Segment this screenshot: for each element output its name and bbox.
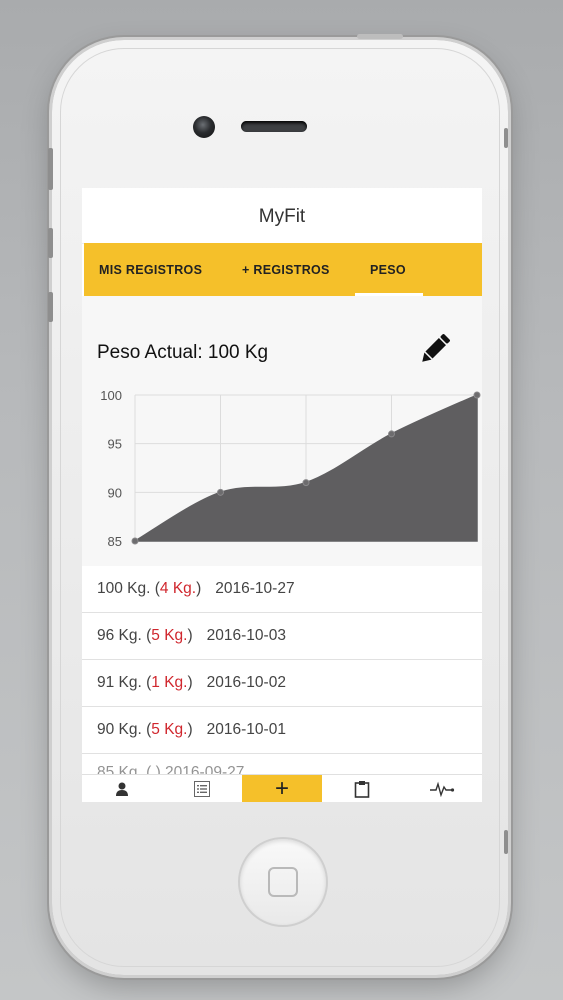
app-title: MyFit xyxy=(82,188,482,244)
tab-bar: MIS REGISTROS + REGISTROS PESO xyxy=(84,243,482,296)
app-screen: MyFit MIS REGISTROS + REGISTROS PESO Pes… xyxy=(82,188,482,802)
tab-mis-registros[interactable]: MIS REGISTROS xyxy=(99,243,202,296)
record-date: 2016-10-27 xyxy=(215,580,295,597)
data-point xyxy=(302,479,310,487)
tab-peso[interactable]: PESO xyxy=(370,243,406,296)
home-button[interactable] xyxy=(238,837,328,927)
side-button-right xyxy=(504,128,508,148)
record-weight: 90 Kg. ( xyxy=(97,721,152,738)
record-date: 2016-10-02 xyxy=(206,674,286,691)
record-close: ) xyxy=(196,580,202,597)
nav-activity[interactable] xyxy=(402,775,482,802)
data-point xyxy=(217,488,224,496)
bottom-nav: + xyxy=(82,774,482,802)
weight-chart: 85 90 95 100 xyxy=(100,388,481,549)
record-weight: 91 Kg. ( xyxy=(97,674,152,691)
volume-up-button xyxy=(48,228,53,258)
list-item[interactable]: 96 Kg. (5 Kg.) 2016-10-03 xyxy=(82,613,482,660)
data-point xyxy=(131,537,139,545)
record-delta: 5 Kg. xyxy=(151,721,188,738)
record-close: ) xyxy=(187,721,193,738)
peso-section: Peso Actual: 100 Kg 85 90 95 100 xyxy=(82,296,482,566)
record-weight: 100 Kg. ( xyxy=(97,580,160,597)
record-delta: 4 Kg. xyxy=(159,580,197,597)
nav-clipboard[interactable] xyxy=(322,775,402,802)
list-item[interactable]: 90 Kg. (5 Kg.) 2016-10-01 xyxy=(82,707,482,754)
record-date: 2016-10-03 xyxy=(206,627,286,644)
data-point xyxy=(388,430,395,438)
home-square-icon xyxy=(268,867,298,897)
record-date: 2016-10-01 xyxy=(206,721,286,738)
record-close: ) xyxy=(187,674,193,691)
weight-record-list: 100 Kg. (4 Kg.) 2016-10-27 96 Kg. (5 Kg.)… xyxy=(82,566,482,754)
speaker-grille xyxy=(241,121,307,132)
y-tick-label: 85 xyxy=(108,534,122,549)
power-button xyxy=(357,34,403,39)
list-item[interactable]: 91 Kg. (1 Kg.) 2016-10-02 xyxy=(82,660,482,707)
record-close: ) xyxy=(187,627,193,644)
mute-switch xyxy=(48,148,53,190)
current-weight-title: Peso Actual: 100 Kg xyxy=(97,342,269,363)
record-delta: 5 Kg. xyxy=(151,627,188,644)
y-tick-label: 90 xyxy=(108,485,122,500)
plus-icon: + xyxy=(274,775,289,802)
clipboard-icon xyxy=(354,781,370,798)
y-tick-label: 100 xyxy=(100,388,122,403)
list-icon xyxy=(194,781,210,797)
data-point xyxy=(473,391,481,399)
person-icon xyxy=(116,782,128,796)
nav-add[interactable]: + xyxy=(242,775,322,802)
tab-add-registros[interactable]: + REGISTROS xyxy=(242,243,330,296)
nav-profile[interactable] xyxy=(82,775,162,802)
pencil-icon[interactable] xyxy=(415,329,455,369)
list-item[interactable]: 100 Kg. (4 Kg.) 2016-10-27 xyxy=(82,566,482,613)
heartbeat-icon xyxy=(430,781,455,797)
volume-down-button xyxy=(48,292,53,322)
nav-list[interactable] xyxy=(162,775,242,802)
y-tick-label: 95 xyxy=(108,437,122,452)
camera-icon xyxy=(193,116,215,138)
record-delta: 1 Kg. xyxy=(151,674,188,691)
record-weight: 96 Kg. ( xyxy=(97,627,152,644)
side-button-right-lower xyxy=(504,830,508,854)
